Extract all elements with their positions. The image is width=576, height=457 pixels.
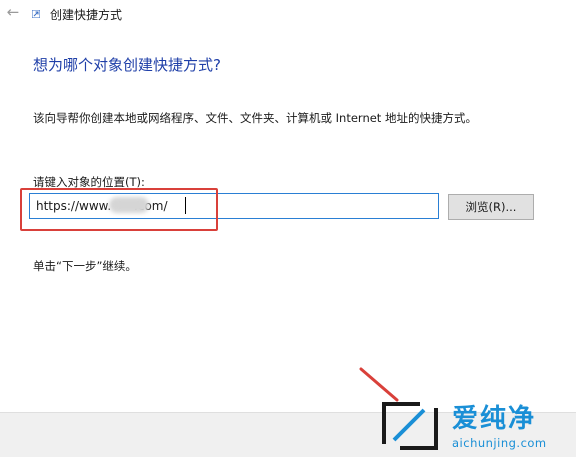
watermark-url: aichunjing.com (452, 436, 547, 450)
page-heading: 想为哪个对象创建快捷方式? (33, 56, 221, 74)
browse-button[interactable]: 浏览(R)... (448, 194, 534, 220)
title-bar: ← 创建快捷方式 (0, 0, 576, 28)
back-arrow-icon[interactable]: ← (4, 3, 22, 21)
shortcut-icon (32, 10, 40, 18)
wizard-description: 该向导帮你创建本地或网络程序、文件、文件夹、计算机或 Internet 地址的快… (33, 111, 477, 125)
continue-hint: 单击“下一步”继续。 (33, 259, 137, 273)
create-shortcut-wizard: ← 创建快捷方式 想为哪个对象创建快捷方式? 该向导帮你创建本地或网络程序、文件… (0, 0, 576, 457)
watermark-brand: 爱纯净 (452, 404, 537, 434)
watermark: 爱纯净 aichunjing.com (376, 396, 576, 457)
watermark-logo-icon (382, 402, 438, 450)
highlight-box (20, 188, 218, 231)
window-title: 创建快捷方式 (50, 8, 123, 22)
